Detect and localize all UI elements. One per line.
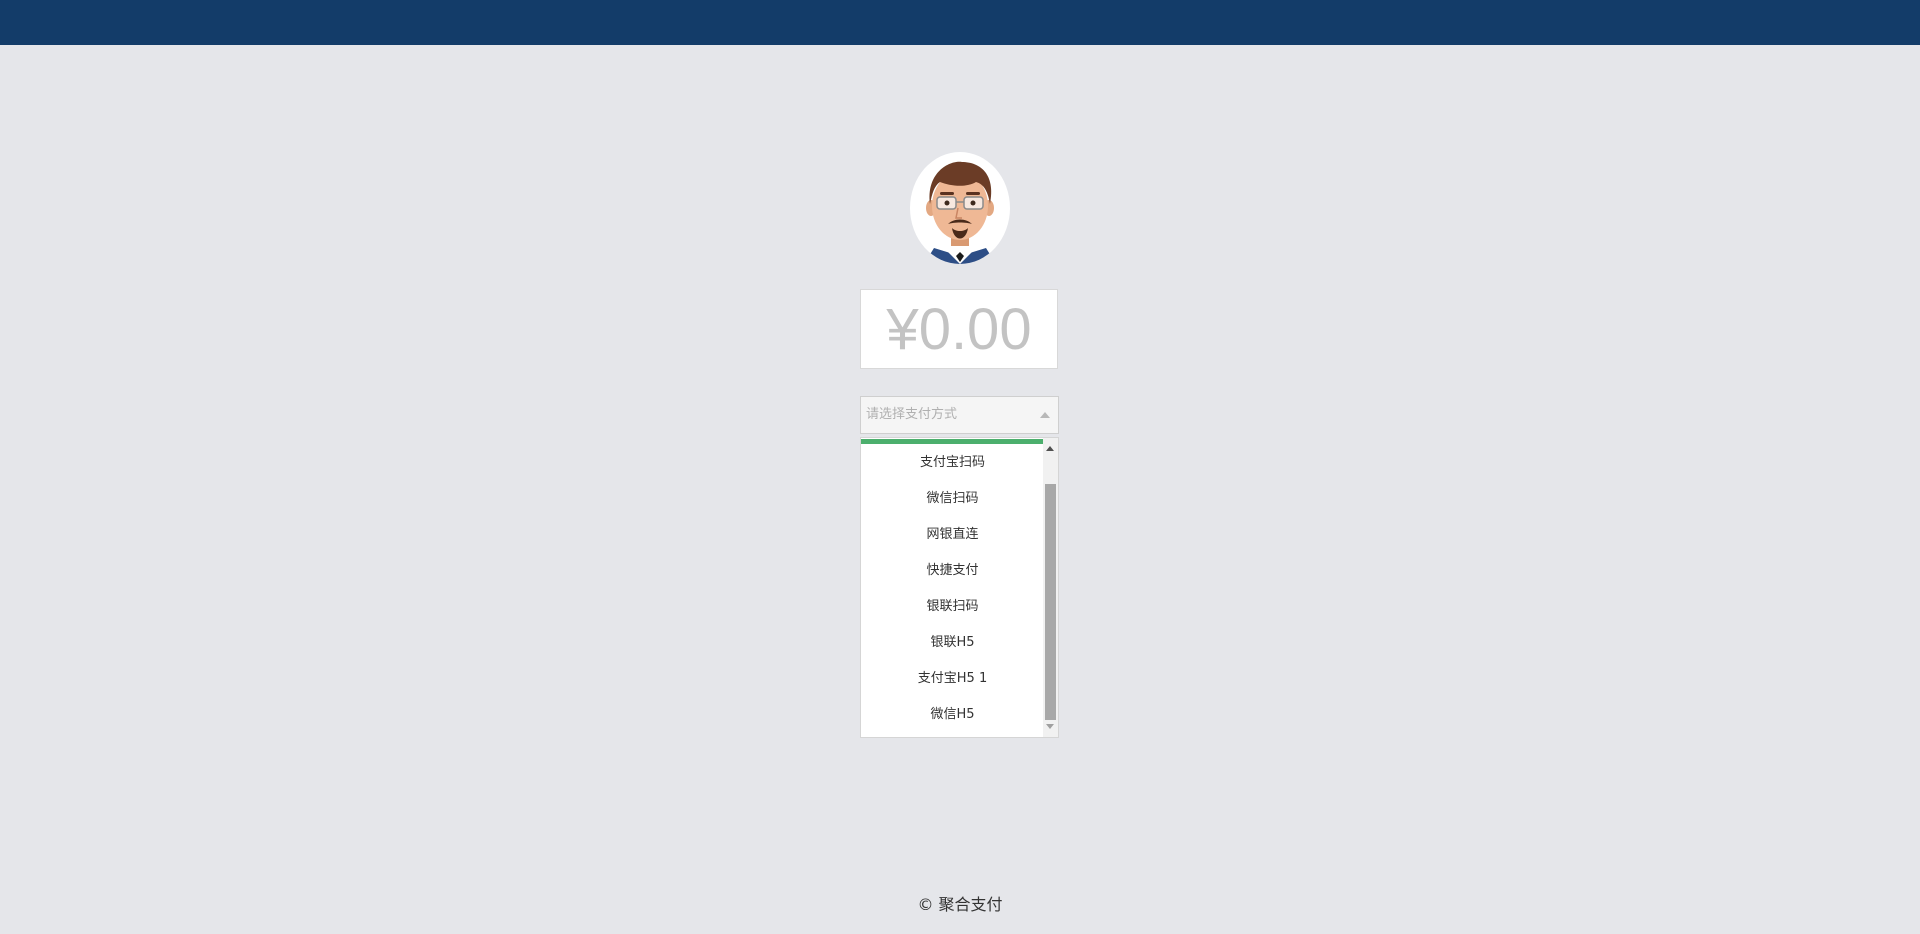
option-wechat-scan[interactable]: 微信扫码 xyxy=(861,481,1044,517)
option-unionpay-h5[interactable]: 银联H5 xyxy=(861,625,1044,661)
payment-method-dropdown[interactable]: 支付宝扫码 微信扫码 网银直连 快捷支付 银联扫码 银联H5 支付宝H5 1 微… xyxy=(860,437,1059,738)
scrollbar-thumb[interactable] xyxy=(1045,484,1056,720)
option-wechat-h5[interactable]: 微信H5 xyxy=(861,697,1044,733)
dropdown-scrollbar[interactable] xyxy=(1043,438,1058,737)
scroll-down-arrow-icon[interactable] xyxy=(1046,724,1054,729)
avatar-man-glasses-beard-icon xyxy=(924,161,996,264)
option-unionpay-scan[interactable]: 银联扫码 xyxy=(861,589,1044,625)
option-quick-pay[interactable]: 快捷支付 xyxy=(861,553,1044,589)
payment-method-placeholder: 请选择支付方式 xyxy=(866,407,958,422)
avatar xyxy=(910,152,1010,264)
option-alipay-scan[interactable]: 支付宝扫码 xyxy=(861,445,1044,481)
chevron-up-icon xyxy=(1040,412,1050,418)
dropdown-active-indicator xyxy=(861,439,1044,444)
top-header-bar xyxy=(0,0,1920,45)
scroll-up-arrow-icon[interactable] xyxy=(1046,446,1054,451)
payment-method-options: 支付宝扫码 微信扫码 网银直连 快捷支付 银联扫码 银联H5 支付宝H5 1 微… xyxy=(861,445,1044,733)
option-online-banking[interactable]: 网银直连 xyxy=(861,517,1044,553)
payment-method-select[interactable]: 请选择支付方式 xyxy=(860,396,1059,434)
amount-display: ¥0.00 xyxy=(860,289,1058,369)
amount-value: 0.00 xyxy=(918,297,1032,362)
currency-symbol: ¥ xyxy=(886,297,919,362)
option-alipay-h5[interactable]: 支付宝H5 1 xyxy=(861,661,1044,697)
footer-copyright: © 聚合支付 xyxy=(917,895,1003,914)
